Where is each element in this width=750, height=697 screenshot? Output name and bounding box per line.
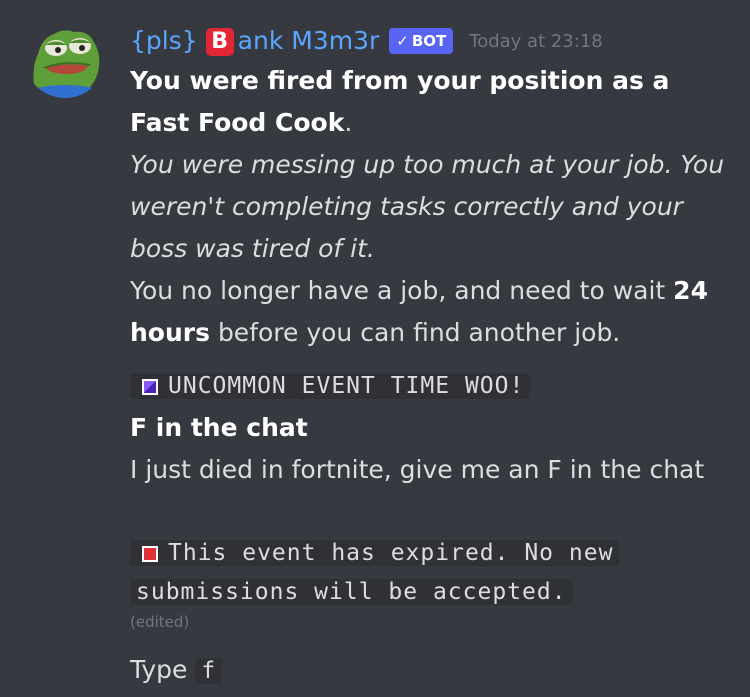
expired-line-2: submissions will be accepted. bbox=[130, 572, 730, 611]
timestamp[interactable]: Today at 23:18 bbox=[469, 31, 602, 52]
message-header: {pls} Bank M3m3r ✓ BOT Today at 23:18 bbox=[130, 22, 730, 60]
edited-marker: (edited) bbox=[130, 613, 190, 631]
bot-tag-label: BOT bbox=[411, 32, 447, 50]
chat-message: {pls} Bank M3m3r ✓ BOT Today at 23:18 You… bbox=[0, 0, 750, 697]
wait-post: before you can find another job. bbox=[217, 318, 621, 347]
expired-text-1: This event has expired. No new bbox=[168, 540, 614, 566]
expired-line-1: This event has expired. No new bbox=[130, 533, 730, 572]
fired-line: You were fired from your position as a F… bbox=[130, 60, 730, 144]
event-label-line: UNCOMMON EVENT TIME WOO! bbox=[130, 364, 730, 407]
event-label-code: UNCOMMON EVENT TIME WOO! bbox=[130, 373, 531, 399]
bot-tag: ✓ BOT bbox=[389, 28, 454, 54]
checkmark-icon: ✓ bbox=[396, 32, 409, 50]
username-prefix: {pls} bbox=[130, 26, 198, 55]
wait-pre: You no longer have a job, and need to wa… bbox=[130, 276, 666, 305]
expired-text-2: submissions will be accepted. bbox=[130, 579, 573, 605]
event-label: UNCOMMON EVENT TIME WOO! bbox=[168, 373, 525, 399]
fired-period: . bbox=[344, 108, 353, 137]
event-text: I just died in fortnite, give me an F in… bbox=[130, 455, 705, 484]
username[interactable]: {pls} Bank M3m3r bbox=[130, 26, 379, 56]
purple-square-icon bbox=[142, 378, 158, 395]
event-title: F in the chat bbox=[130, 413, 308, 442]
pepe-frog-icon bbox=[24, 16, 106, 98]
b-letter-emoji-icon: B bbox=[205, 28, 234, 56]
fired-text: You were fired from your position as a F… bbox=[130, 66, 670, 137]
wait-line: You no longer have a job, and need to wa… bbox=[130, 270, 730, 354]
reason-text: You were messing up too much at your job… bbox=[130, 150, 725, 263]
type-line: Type f bbox=[130, 649, 730, 692]
type-code: f bbox=[195, 658, 223, 684]
username-suffix: ank M3m3r bbox=[237, 26, 380, 55]
message-content: {pls} Bank M3m3r ✓ BOT Today at 23:18 You… bbox=[130, 22, 730, 692]
red-square-icon bbox=[142, 545, 158, 562]
type-label: Type bbox=[130, 655, 188, 684]
pepe-frog-avatar[interactable] bbox=[24, 16, 106, 98]
